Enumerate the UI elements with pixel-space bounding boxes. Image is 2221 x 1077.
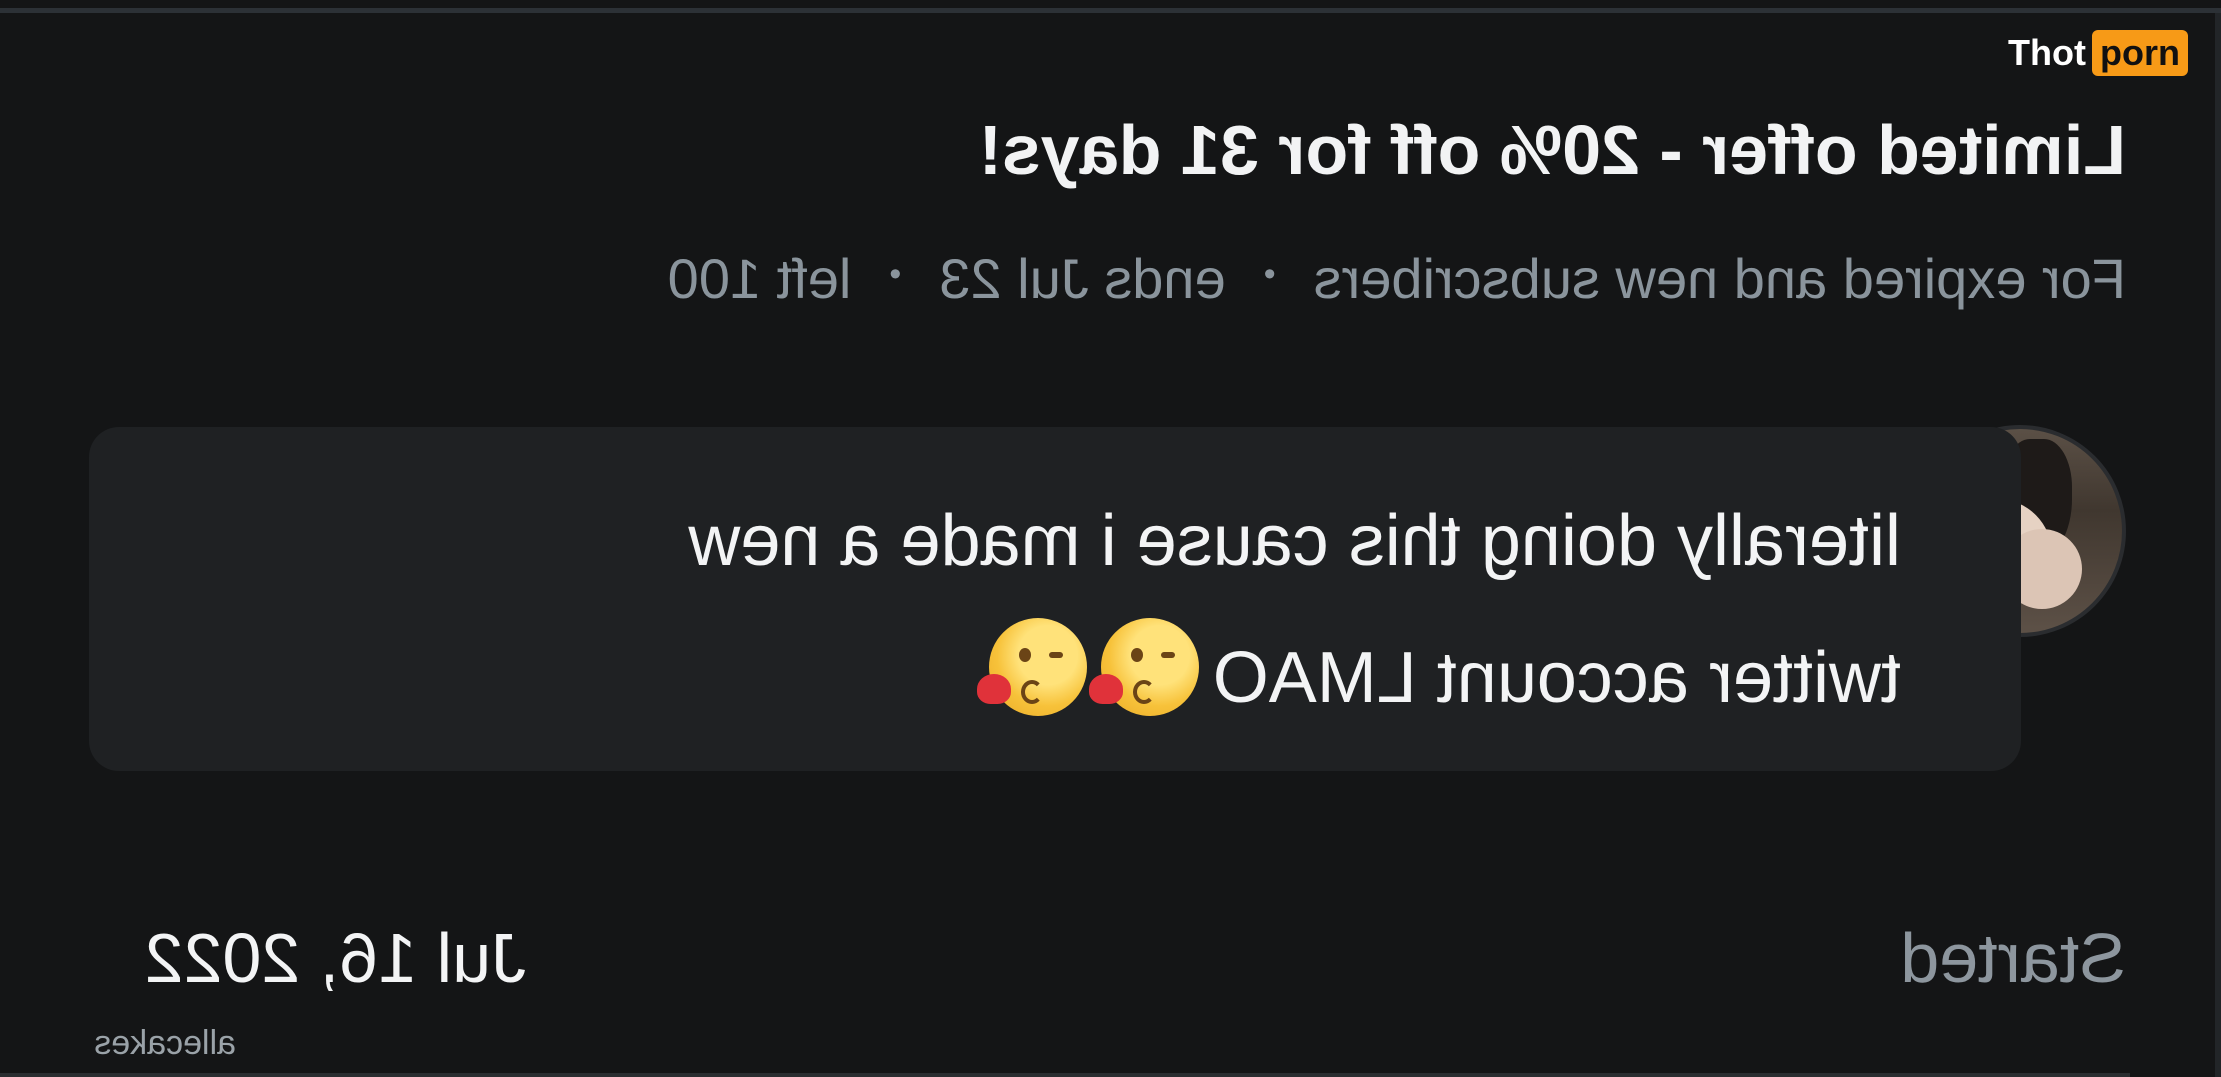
separator-dot: • <box>1263 255 1276 293</box>
offer-audience: For expired and new subscribers <box>1313 247 2126 310</box>
kissing-heart-emoji-icon <box>1088 618 1199 716</box>
offer-remaining: left 100 <box>667 247 852 310</box>
brand-logo-part2: porn <box>2092 30 2188 76</box>
started-label: Started <box>1900 919 2126 997</box>
mirrored-view: Limited offer - 20% off for 31 days! For… <box>0 0 2221 1077</box>
username-watermark: allecakes <box>94 1024 236 1062</box>
kissing-heart-emoji-icon <box>976 618 1087 716</box>
brand-logo: Thot porn <box>2008 30 2188 76</box>
offer-card: Limited offer - 20% off for 31 days! For… <box>89 0 2126 1077</box>
message-bubble: literally doing this cause i made a new … <box>89 427 2021 771</box>
message-line-2-row: twitter account LMAO <box>181 604 1901 741</box>
message-text: literally doing this cause i made a new … <box>181 479 1901 741</box>
separator-dot: • <box>889 255 902 293</box>
started-date: Jul 16, 2022 <box>144 919 526 997</box>
brand-logo-part1: Thot <box>2008 32 2087 73</box>
message-line-1: literally doing this cause i made a new <box>688 501 1901 581</box>
offer-ends: ends Jul 23 <box>939 247 1226 310</box>
message-line-2: twitter account LMAO <box>1212 638 1901 718</box>
offer-title: Limited offer - 20% off for 31 days! <box>978 111 2126 189</box>
offer-subline: For expired and new subscribers • ends J… <box>668 246 2126 311</box>
